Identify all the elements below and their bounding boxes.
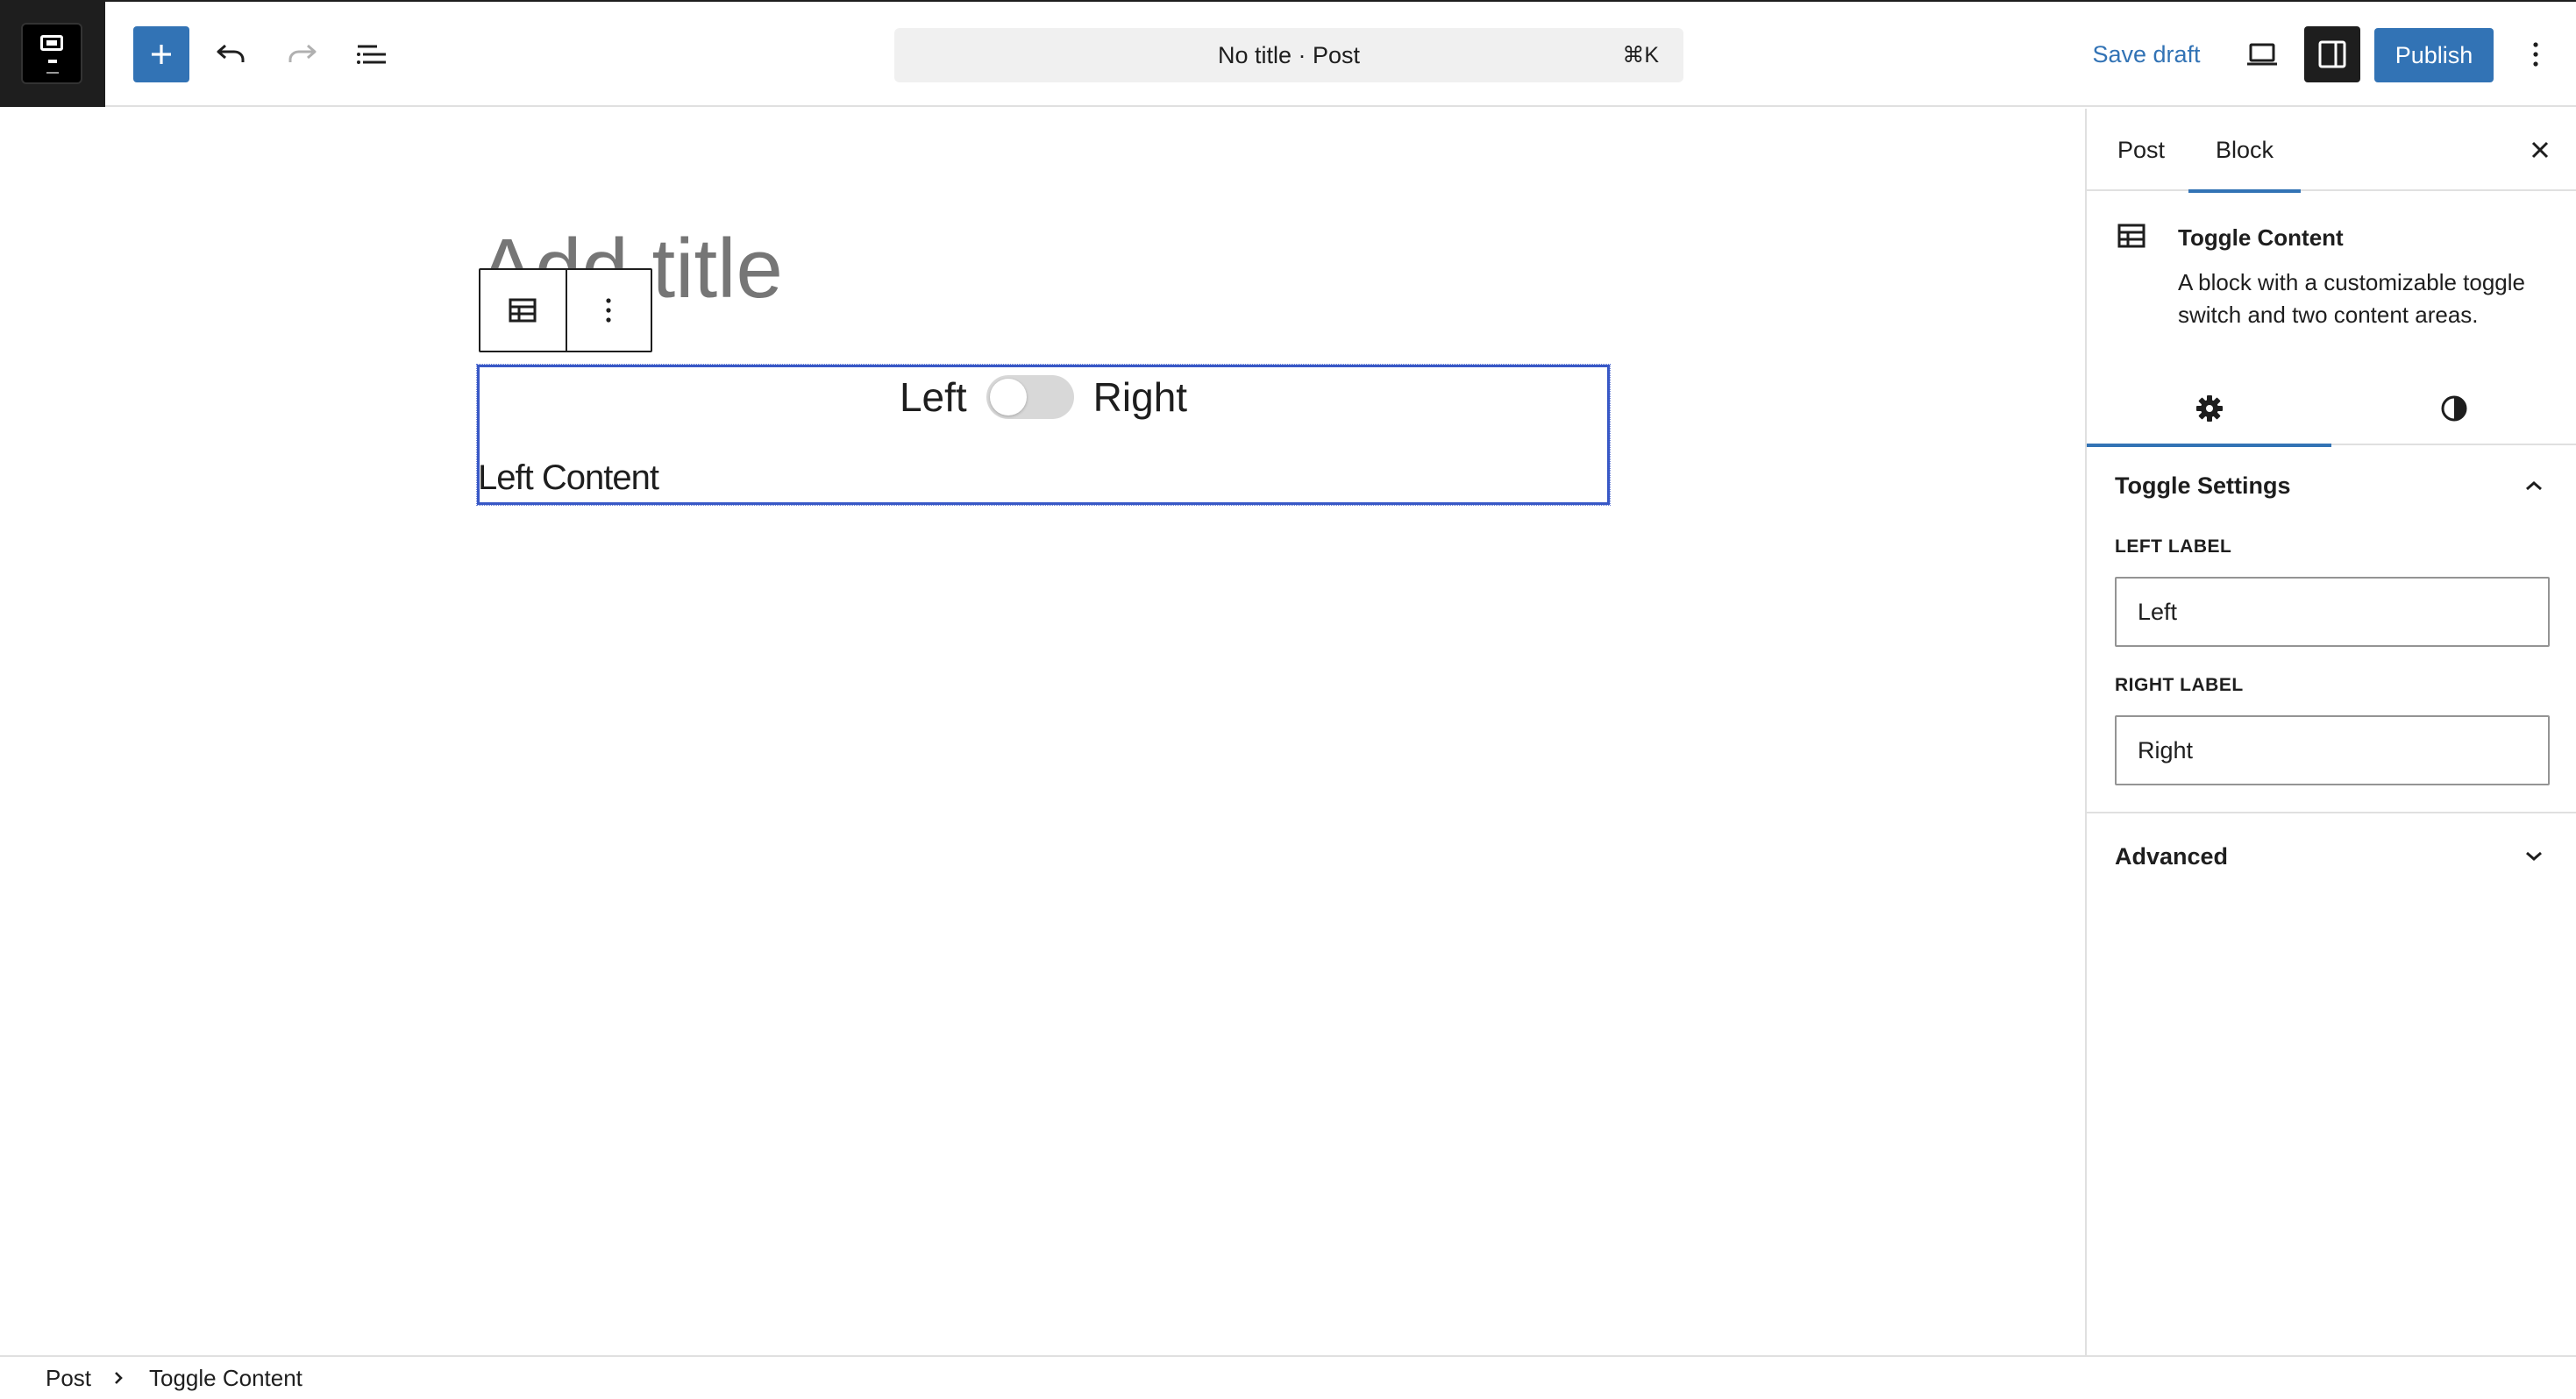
command-palette-bar[interactable]: No title · Post ⌘K <box>894 28 1683 82</box>
block-settings-tabs <box>2087 372 2576 447</box>
toggle-row: Left Right <box>480 369 1607 425</box>
settings-toggle-button[interactable] <box>2304 26 2360 82</box>
breadcrumb-toggle-content: Toggle Content <box>149 1365 302 1391</box>
site-logo-icon <box>21 23 82 84</box>
options-menu-button[interactable] <box>2508 26 2564 82</box>
more-vertical-icon <box>2533 42 2538 67</box>
contrast-icon <box>2441 395 2466 422</box>
document-overview-button[interactable] <box>344 26 400 82</box>
left-label-input[interactable] <box>2115 577 2550 647</box>
toggle-content-block[interactable]: Left Right Left Content <box>476 364 1611 506</box>
site-icon[interactable] <box>0 2 105 107</box>
table-icon <box>509 298 537 323</box>
more-vertical-icon <box>606 298 612 323</box>
preview-button[interactable] <box>2234 26 2290 82</box>
settings-sidebar: Post Block Toggle Content A block with a… <box>2085 109 2576 1355</box>
toggle-content-area[interactable]: Left Content <box>478 458 659 498</box>
toggle-settings-title: Toggle Settings <box>2115 472 2291 499</box>
undo-icon <box>217 44 245 62</box>
chevron-down-icon <box>2515 837 2553 876</box>
chevron-up-icon <box>2515 466 2553 505</box>
redo-icon <box>288 44 317 62</box>
block-inserter-button[interactable] <box>133 26 189 82</box>
command-shortcut: ⌘K <box>1622 43 1659 67</box>
tab-block[interactable]: Block <box>2188 109 2301 193</box>
save-draft-button[interactable]: Save draft <box>2076 26 2217 82</box>
right-label-input[interactable] <box>2115 715 2550 785</box>
breadcrumb-post[interactable]: Post <box>46 1357 91 1399</box>
gear-icon <box>2195 395 2223 422</box>
toggle-knob <box>989 379 1027 415</box>
right-label-heading: RIGHT LABEL <box>2115 675 2244 695</box>
toggle-switch[interactable] <box>986 375 1074 419</box>
editor-canvas: Add title Left Right Left Content <box>0 109 2085 1355</box>
close-icon <box>2531 141 2549 159</box>
tab-post[interactable]: Post <box>2115 109 2167 191</box>
redo-button[interactable] <box>274 26 330 82</box>
toggle-settings-panel-header[interactable]: Toggle Settings <box>2087 447 2576 524</box>
desktop-icon <box>2247 43 2277 66</box>
block-type-button[interactable] <box>480 270 566 351</box>
chevron-right-icon <box>112 1369 125 1391</box>
undo-button[interactable] <box>203 26 260 82</box>
toggle-left-label: Left <box>899 374 967 420</box>
block-toolbar <box>479 268 652 352</box>
table-icon <box>2117 223 2146 253</box>
advanced-title: Advanced <box>2115 843 2229 870</box>
plus-icon <box>152 45 171 64</box>
tab-styles[interactable] <box>2331 372 2576 445</box>
left-label-heading: LEFT LABEL <box>2115 536 2232 557</box>
document-title: No title · Post <box>1217 42 1361 68</box>
toggle-right-label: Right <box>1092 374 1188 420</box>
block-breadcrumb: Post Toggle Content <box>0 1355 2576 1399</box>
publish-button[interactable]: Publish <box>2374 28 2494 82</box>
block-card-description: A block with a customizable toggle switc… <box>2178 269 2525 328</box>
block-card-title: Toggle Content <box>2178 224 2344 251</box>
editor-header: No title · Post ⌘K Save draft Publish <box>0 0 2576 107</box>
tab-settings[interactable] <box>2087 372 2331 447</box>
block-options-button[interactable] <box>565 270 651 351</box>
advanced-panel-header[interactable]: Advanced <box>2087 813 2576 899</box>
close-settings-button[interactable] <box>2520 130 2560 170</box>
sidebar-tabs: Post Block <box>2087 109 2576 193</box>
sidebar-icon <box>2318 40 2346 68</box>
list-view-icon <box>357 45 386 64</box>
